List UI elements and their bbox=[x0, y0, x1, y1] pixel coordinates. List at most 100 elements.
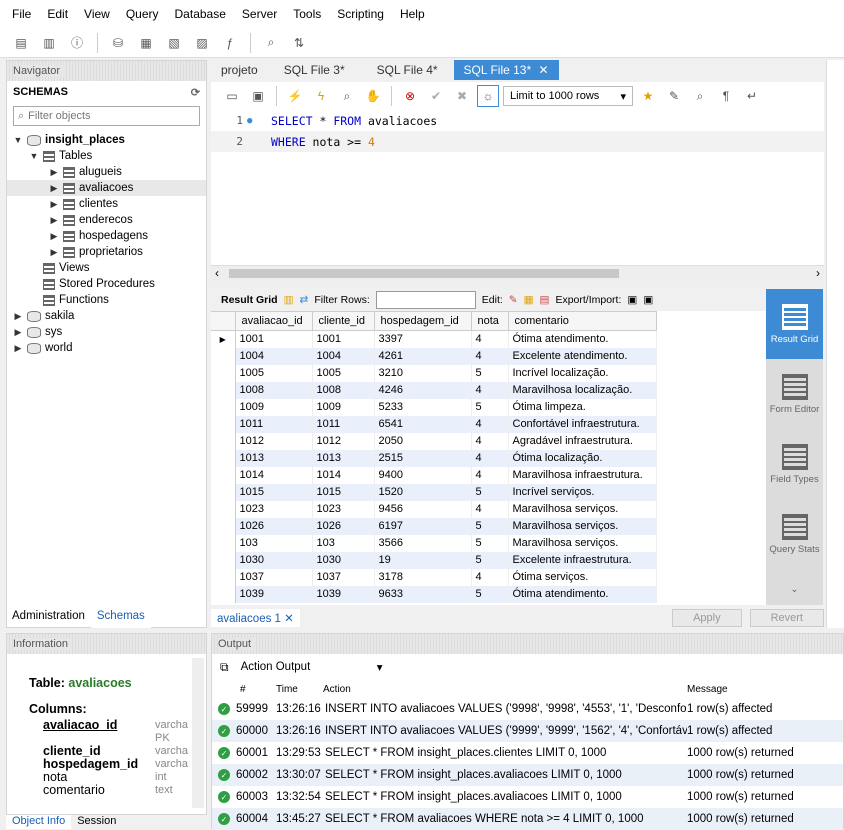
table-row[interactable]: 1014 1014 9400 4 Maravilhosa infraestrutura. bbox=[211, 466, 657, 484]
table-cell[interactable]: Excelente atendimento. bbox=[508, 347, 657, 365]
table-cell[interactable]: 3566 bbox=[374, 534, 472, 552]
menu-view[interactable]: View bbox=[76, 7, 118, 21]
tab-administration[interactable]: Administration bbox=[6, 608, 91, 628]
collapsed-arrow-icon[interactable]: ▶ bbox=[13, 311, 23, 322]
scrollbar-thumb[interactable] bbox=[229, 269, 619, 278]
import-icon[interactable]: ▣ bbox=[643, 294, 653, 306]
table-row[interactable]: 1037 1037 3178 4 Ótima serviços. bbox=[211, 568, 657, 586]
table-cell[interactable]: 4 bbox=[471, 330, 509, 348]
tree-stored-procedures[interactable]: Stored Procedures bbox=[7, 276, 206, 292]
bookmark-icon[interactable]: ★ bbox=[637, 85, 659, 107]
create-schema-icon[interactable]: ⛁ bbox=[107, 32, 129, 54]
menu-help[interactable]: Help bbox=[392, 7, 433, 21]
tab-avaliacoes-1[interactable]: avaliacoes 1 ✕ bbox=[211, 609, 300, 627]
table-cell[interactable]: 2515 bbox=[374, 449, 472, 467]
table-row[interactable]: 1015 1015 1520 5 Incrível serviços. bbox=[211, 483, 657, 501]
limit-rows-select[interactable]: Limit to 1000 rows ▾ bbox=[503, 86, 633, 106]
tab-session[interactable]: Session bbox=[71, 815, 122, 829]
output-row[interactable]: ✓ 60000 13:26:16 INSERT INTO avaliacoes VAL… bbox=[212, 720, 843, 742]
field-types-button[interactable]: Field Types bbox=[766, 429, 823, 499]
info-scrollbar[interactable] bbox=[192, 658, 204, 808]
export-icon[interactable]: ▣ bbox=[627, 294, 637, 306]
table-row[interactable]: 1011 1011 6541 4 Confortável infraestrutura. bbox=[211, 415, 657, 433]
table-cell[interactable]: 1005 bbox=[312, 364, 375, 382]
menu-edit[interactable]: Edit bbox=[39, 7, 76, 21]
menu-file[interactable]: File bbox=[4, 7, 39, 21]
table-cell[interactable]: 103 bbox=[235, 534, 313, 552]
table-cell[interactable]: Ótima atendimento. bbox=[508, 330, 657, 348]
collapsed-arrow-icon[interactable]: ▶ bbox=[49, 247, 59, 258]
row-selector[interactable] bbox=[211, 347, 236, 365]
open-folder-icon[interactable]: ▭ bbox=[221, 85, 243, 107]
row-selector[interactable] bbox=[211, 551, 236, 569]
table-cell[interactable]: 9400 bbox=[374, 466, 472, 484]
collapsed-arrow-icon[interactable]: ▶ bbox=[13, 327, 23, 338]
new-sql-tab-icon[interactable]: ▤ bbox=[10, 32, 32, 54]
tree-table-avaliacoes[interactable]: ▶ avaliacoes bbox=[7, 180, 206, 196]
table-cell[interactable]: 9633 bbox=[374, 585, 472, 603]
tree-db-insight-places[interactable]: ▼ insight_places bbox=[7, 132, 206, 148]
tree-tables[interactable]: ▼ Tables bbox=[7, 148, 206, 164]
table-cell[interactable]: 1039 bbox=[235, 585, 313, 603]
table-cell[interactable]: Maravilhosa infraestrutura. bbox=[508, 466, 657, 484]
table-row[interactable]: 1005 1005 3210 5 Incrível localização. bbox=[211, 364, 657, 382]
table-cell[interactable]: 103 bbox=[312, 534, 375, 552]
collapsed-arrow-icon[interactable]: ▶ bbox=[49, 215, 59, 226]
table-cell[interactable]: 1011 bbox=[235, 415, 313, 433]
table-row[interactable]: 1013 1013 2515 4 Ótima localização. bbox=[211, 449, 657, 467]
table-cell[interactable]: 5 bbox=[471, 534, 509, 552]
table-cell[interactable]: 6197 bbox=[374, 517, 472, 535]
tab-sql-file-13[interactable]: SQL File 13* ✕ bbox=[453, 60, 559, 80]
row-selector[interactable] bbox=[211, 483, 236, 501]
refresh-icon[interactable]: ⟳ bbox=[191, 86, 200, 99]
table-cell[interactable]: 1015 bbox=[235, 483, 313, 501]
table-cell[interactable]: Agradável infraestrutura. bbox=[508, 432, 657, 450]
row-selector[interactable] bbox=[211, 534, 236, 552]
table-cell[interactable]: Ótima serviços. bbox=[508, 568, 657, 586]
row-selector[interactable] bbox=[211, 500, 236, 518]
scroll-left-icon[interactable]: ‹ bbox=[215, 266, 219, 280]
table-cell[interactable]: 1039 bbox=[312, 585, 375, 603]
table-cell[interactable]: Incrível localização. bbox=[508, 364, 657, 382]
scroll-right-icon[interactable]: › bbox=[816, 266, 820, 280]
create-function-icon[interactable]: ƒ bbox=[219, 32, 241, 54]
table-cell[interactable]: 1015 bbox=[312, 483, 375, 501]
table-cell[interactable]: Confortável infraestrutura. bbox=[508, 415, 657, 433]
table-cell[interactable]: 4 bbox=[471, 347, 509, 365]
table-cell[interactable]: 1001 bbox=[312, 330, 375, 348]
autocommit-icon[interactable]: ☼ bbox=[477, 85, 499, 107]
output-row[interactable]: ✓ 60001 13:29:53 SELECT * FROM insight_plac… bbox=[212, 742, 843, 764]
table-cell[interactable]: 1009 bbox=[312, 398, 375, 416]
table-cell[interactable]: 1520 bbox=[374, 483, 472, 501]
rollback-icon[interactable]: ✖ bbox=[451, 85, 473, 107]
table-cell[interactable]: 1014 bbox=[312, 466, 375, 484]
menu-scripting[interactable]: Scripting bbox=[329, 7, 392, 21]
output-row[interactable]: ✓ 59999 13:26:16 INSERT INTO avaliacoes VAL… bbox=[212, 698, 843, 720]
table-cell[interactable]: 9456 bbox=[374, 500, 472, 518]
side-scroll-down-icon[interactable]: ⌄ bbox=[766, 569, 823, 609]
table-cell[interactable]: 5 bbox=[471, 517, 509, 535]
table-row[interactable]: 1023 1023 9456 4 Maravilhosa serviços. bbox=[211, 500, 657, 518]
delete-row-icon[interactable]: ▤ bbox=[540, 294, 550, 306]
row-selector[interactable] bbox=[211, 466, 236, 484]
tree-db-world[interactable]: ▶ world bbox=[7, 340, 206, 356]
tree-table-alugueis[interactable]: ▶ alugueis bbox=[7, 164, 206, 180]
query-stats-button[interactable]: Query Stats bbox=[766, 499, 823, 569]
table-cell[interactable]: 5 bbox=[471, 398, 509, 416]
table-cell[interactable]: 4246 bbox=[374, 381, 472, 399]
tab-sql-file-3[interactable]: SQL File 3* bbox=[268, 60, 361, 80]
create-table-icon[interactable]: ▦ bbox=[135, 32, 157, 54]
table-row[interactable]: 1008 1008 4246 4 Maravilhosa localização. bbox=[211, 381, 657, 399]
menu-query[interactable]: Query bbox=[118, 7, 167, 21]
table-cell[interactable]: 1030 bbox=[235, 551, 313, 569]
table-cell[interactable]: 1001 bbox=[235, 330, 313, 348]
close-icon[interactable]: ✕ bbox=[534, 63, 548, 77]
tree-views[interactable]: Views bbox=[7, 260, 206, 276]
collapsed-arrow-icon[interactable]: ▶ bbox=[49, 199, 59, 210]
collapsed-arrow-icon[interactable]: ▶ bbox=[49, 231, 59, 242]
output-row[interactable]: ✓ 60004 13:45:27 SELECT * FROM avaliacoes W… bbox=[212, 808, 843, 830]
table-cell[interactable]: 4 bbox=[471, 415, 509, 433]
table-cell[interactable]: 1014 bbox=[235, 466, 313, 484]
table-cell[interactable]: 1026 bbox=[235, 517, 313, 535]
row-selector[interactable] bbox=[211, 415, 236, 433]
